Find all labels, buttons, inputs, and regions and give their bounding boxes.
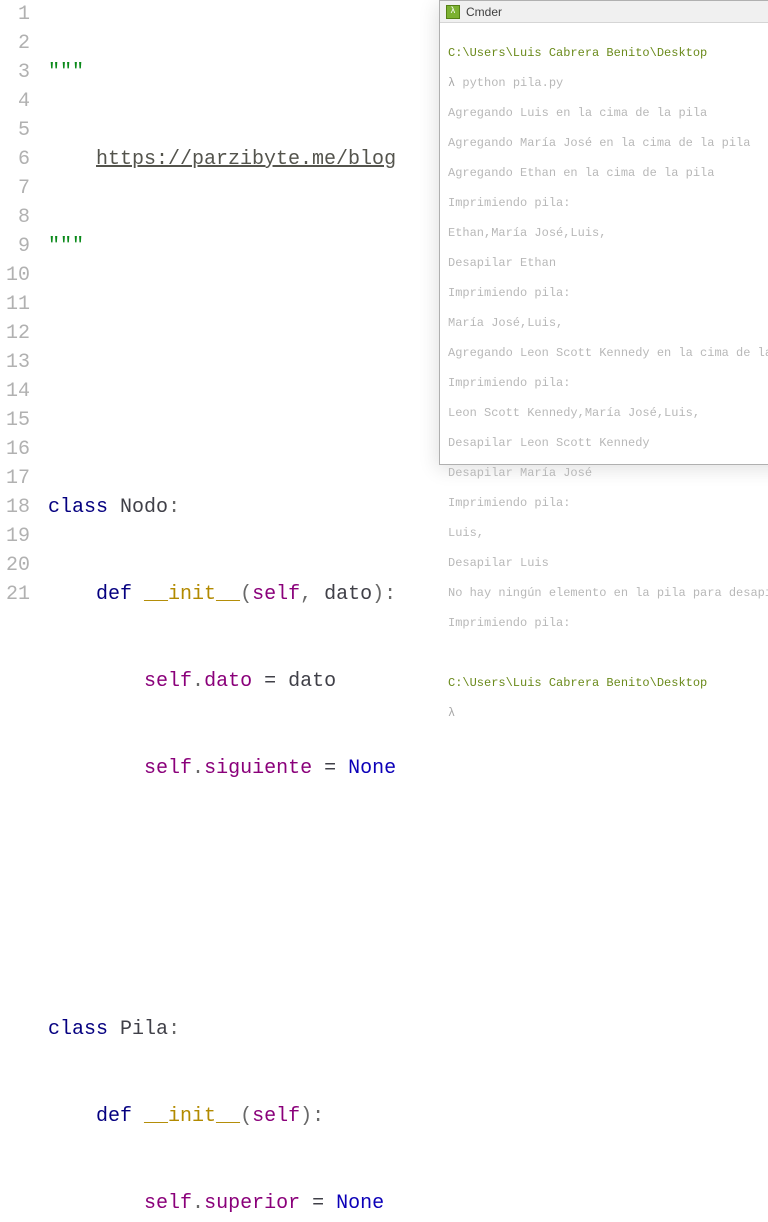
line-number: 3 [0, 58, 30, 87]
terminal-output: Ethan,María José,Luis, [448, 226, 768, 241]
code-line[interactable]: class Pila: [36, 1015, 768, 1044]
terminal-title-text: Cmder [466, 5, 502, 19]
terminal-output: Imprimiendo pila: [448, 496, 768, 511]
code-line[interactable] [36, 928, 768, 957]
docstring-link[interactable]: https://parzibyte.me/blog [96, 148, 396, 171]
line-number: 9 [0, 232, 30, 261]
self: self [144, 1192, 192, 1215]
terminal-output: Agregando María José en la cima de la pi… [448, 136, 768, 151]
terminal-line: λ [448, 706, 768, 721]
line-number: 21 [0, 580, 30, 609]
terminal-output: Desapilar Ethan [448, 256, 768, 271]
keyword-def: def [96, 1105, 132, 1128]
terminal-path: C:\Users\Luis Cabrera Benito\Desktop [448, 676, 707, 690]
line-number: 18 [0, 493, 30, 522]
line-number: 20 [0, 551, 30, 580]
none: None [348, 757, 396, 780]
keyword-class: class [48, 496, 108, 519]
terminal-line: λ python pila.py [448, 76, 768, 91]
terminal-output: Imprimiendo pila: [448, 286, 768, 301]
cmder-icon: λ [446, 5, 460, 19]
line-number: 4 [0, 87, 30, 116]
class-name-pila: Pila [120, 1018, 168, 1041]
fn-init: __init__ [144, 1105, 240, 1128]
line-number: 1 [0, 0, 30, 29]
prompt-lambda-icon: λ [448, 706, 455, 720]
terminal-titlebar[interactable]: λ Cmder [440, 1, 768, 23]
self: self [144, 757, 192, 780]
var-dato: dato [288, 670, 336, 693]
fn-init: __init__ [144, 583, 240, 606]
terminal-window[interactable]: λ Cmder C:\Users\Luis Cabrera Benito\Des… [439, 0, 768, 465]
terminal-output: Imprimiendo pila: [448, 196, 768, 211]
terminal-output: Desapilar Luis [448, 556, 768, 571]
terminal-output: Leon Scott Kennedy,María José,Luis, [448, 406, 768, 421]
terminal-output: Desapilar María José [448, 466, 768, 481]
line-number: 16 [0, 435, 30, 464]
terminal-line [448, 646, 768, 661]
terminal-path: C:\Users\Luis Cabrera Benito\Desktop [448, 46, 707, 60]
terminal-output: Agregando Luis en la cima de la pila [448, 106, 768, 121]
terminal-output: Imprimiendo pila: [448, 616, 768, 631]
terminal-output: Desapilar Leon Scott Kennedy [448, 436, 768, 451]
self: self [144, 670, 192, 693]
self: self [252, 1105, 300, 1128]
none: None [336, 1192, 384, 1215]
keyword-class: class [48, 1018, 108, 1041]
terminal-body[interactable]: C:\Users\Luis Cabrera Benito\Desktop λ p… [440, 23, 768, 759]
line-number: 17 [0, 464, 30, 493]
attr-dato: dato [204, 670, 252, 693]
code-line[interactable]: def __init__(self): [36, 1102, 768, 1131]
code-line[interactable]: self.superior = None [36, 1189, 768, 1218]
param-dato: dato [324, 583, 372, 606]
attr-superior: superior [204, 1192, 300, 1215]
line-number: 15 [0, 406, 30, 435]
line-number: 12 [0, 319, 30, 348]
code-line[interactable] [36, 841, 768, 870]
terminal-output: Agregando Ethan en la cima de la pila [448, 166, 768, 181]
line-number: 7 [0, 174, 30, 203]
terminal-command: python pila.py [455, 76, 563, 90]
self: self [252, 583, 300, 606]
line-number: 13 [0, 348, 30, 377]
terminal-output: Agregando Leon Scott Kennedy en la cima … [448, 346, 768, 361]
terminal-output: No hay ningún elemento en la pila para d… [448, 586, 768, 601]
docstring-quote: """ [48, 235, 84, 258]
keyword-def: def [96, 583, 132, 606]
line-number: 14 [0, 377, 30, 406]
terminal-line: C:\Users\Luis Cabrera Benito\Desktop [448, 46, 768, 61]
class-name-nodo: Nodo [120, 496, 168, 519]
docstring-quote: """ [48, 61, 84, 84]
terminal-output: María José,Luis, [448, 316, 768, 331]
line-gutter: 1 2 3 4 5 6 7 8 9 10 11 12 13 14 15 16 1… [0, 0, 36, 1222]
line-number: 5 [0, 116, 30, 145]
attr-siguiente: siguiente [204, 757, 312, 780]
line-number: 11 [0, 290, 30, 319]
line-number: 2 [0, 29, 30, 58]
line-number: 19 [0, 522, 30, 551]
line-number: 10 [0, 261, 30, 290]
line-number: 8 [0, 203, 30, 232]
terminal-output: Luis, [448, 526, 768, 541]
terminal-line: C:\Users\Luis Cabrera Benito\Desktop [448, 676, 768, 691]
terminal-output: Imprimiendo pila: [448, 376, 768, 391]
line-number: 6 [0, 145, 30, 174]
